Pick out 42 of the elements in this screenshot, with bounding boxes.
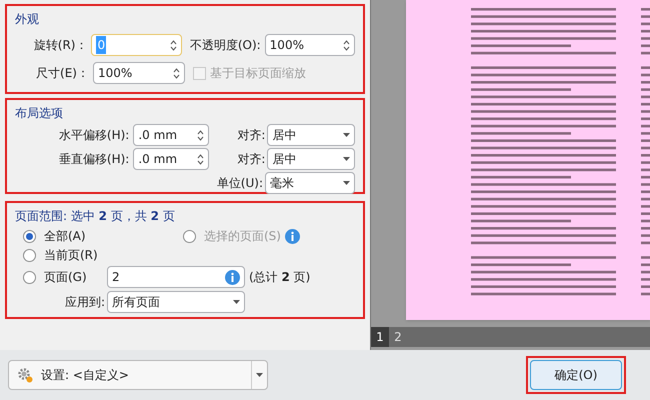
settings-dropdown[interactable]: 设置: <自定义> [8,360,268,390]
caret-icon [343,181,350,185]
field-label: 不透明度(O): [190,37,262,54]
field-label: 旋转(R)： [32,37,88,54]
spinner-arrows-icon [343,40,350,50]
dropdown[interactable]: 居中 [267,124,355,146]
field-label: 应用到: [64,294,106,311]
dropdown[interactable]: 毫米 [265,172,355,194]
field-label: 尺寸(E)： [35,65,90,82]
spinner-arrows-icon [197,130,204,140]
section-title: 布局选项 [15,105,64,122]
radio-option[interactable]: 全部(A) [23,228,183,244]
field-label: 垂直偏移(H): [58,151,130,168]
radio-option[interactable]: 页面(G) [23,269,107,285]
spin-field[interactable]: 100% [264,34,355,56]
section-title: 外观 [15,11,40,28]
spinner-arrows-icon [197,154,204,164]
page-tab[interactable]: 1 [371,327,389,347]
caret-icon [343,157,350,161]
pages-field[interactable]: 2 [107,266,245,288]
caret-icon [256,373,263,377]
gear-icon [17,367,33,383]
page-total: (总计 2 页) [249,269,310,286]
field-label: 对齐: [236,151,266,168]
caret-icon [343,133,350,137]
dropdown[interactable]: 居中 [267,148,355,170]
spin-field[interactable]: .0 mm [133,148,210,170]
field-label: 单位(U): [216,175,264,192]
info-icon [284,228,300,244]
field-label: 对齐: [236,127,266,144]
spinner-arrows-icon [173,68,180,78]
field-label: 水平偏移(H): [58,127,130,144]
caret-icon [233,300,240,304]
radio-option[interactable]: 当前页(R) [23,247,355,263]
dropdown[interactable]: 所有页面 [107,291,245,313]
info-icon [225,270,240,284]
section-title: 页面范围: 选中 2 页，共 2 页 [15,208,176,225]
ok-button[interactable]: 确定(O) [530,360,622,390]
spinner-arrows-icon [170,40,177,50]
spin-field[interactable]: .0 mm [133,124,210,146]
page-tab[interactable]: 2 [389,327,407,347]
spin-field[interactable]: 100% [93,62,185,84]
